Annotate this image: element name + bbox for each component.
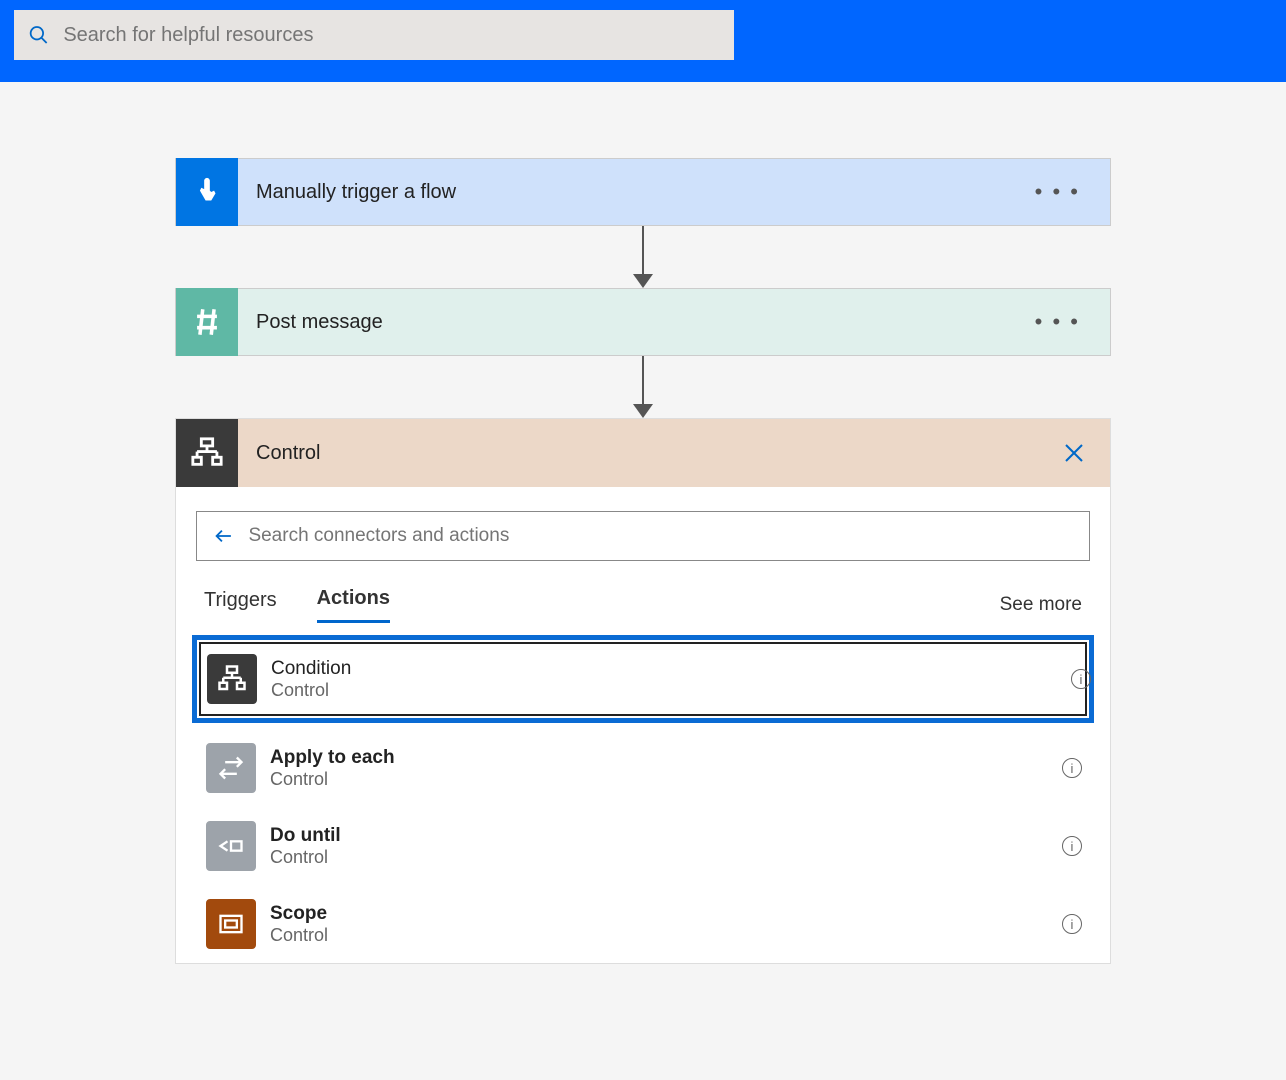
action-list: Condition Control i Apply to each Contro… — [196, 635, 1090, 963]
connector-arrow — [633, 356, 653, 418]
step-menu-button[interactable]: • • • — [1035, 309, 1080, 335]
see-more-link[interactable]: See more — [1000, 594, 1082, 616]
tab-actions[interactable]: Actions — [317, 587, 390, 623]
global-search[interactable] — [14, 10, 734, 60]
trigger-step[interactable]: Manually trigger a flow • • • — [175, 158, 1111, 226]
action-name: Condition — [271, 658, 351, 680]
panel-header: Control — [176, 419, 1110, 487]
action-step[interactable]: Post message • • • — [175, 288, 1111, 356]
step-menu-button[interactable]: • • • — [1035, 179, 1080, 205]
action-name: Do until — [270, 825, 341, 847]
condition-icon — [207, 654, 257, 704]
action-name: Apply to each — [270, 747, 395, 769]
action-sub: Control — [270, 769, 395, 790]
connector-arrow — [633, 226, 653, 288]
action-search-input[interactable] — [234, 525, 1073, 547]
action-do-until[interactable]: Do until Control i — [196, 807, 1090, 885]
panel-title: Control — [256, 442, 1110, 465]
info-icon[interactable]: i — [1062, 914, 1082, 934]
info-icon[interactable]: i — [1062, 758, 1082, 778]
manual-trigger-icon — [176, 158, 238, 226]
step-title: Manually trigger a flow — [256, 181, 1035, 204]
flow-canvas: Manually trigger a flow • • • Post messa… — [0, 82, 1286, 964]
action-sub: Control — [270, 925, 328, 946]
action-condition[interactable]: Condition Control i — [192, 635, 1094, 723]
hash-icon — [176, 288, 238, 356]
control-icon — [176, 419, 238, 487]
action-picker-panel: Control Triggers Actions See more — [175, 418, 1111, 964]
info-icon[interactable]: i — [1062, 836, 1082, 856]
action-sub: Control — [270, 847, 341, 868]
action-scope[interactable]: Scope Control i — [196, 885, 1090, 963]
close-icon[interactable] — [1062, 441, 1086, 465]
tab-triggers[interactable]: Triggers — [204, 589, 277, 622]
action-search[interactable] — [196, 511, 1090, 561]
action-apply-to-each[interactable]: Apply to each Control i — [196, 729, 1090, 807]
do-until-icon — [206, 821, 256, 871]
action-name: Scope — [270, 903, 328, 925]
info-icon[interactable]: i — [1071, 669, 1091, 689]
step-title: Post message — [256, 311, 1035, 334]
scope-icon — [206, 899, 256, 949]
top-bar — [0, 0, 1286, 82]
panel-body: Triggers Actions See more Condition Cont… — [176, 487, 1110, 963]
search-input[interactable] — [49, 24, 720, 47]
action-sub: Control — [271, 680, 351, 701]
tabs-row: Triggers Actions See more — [204, 587, 1082, 623]
loop-icon — [206, 743, 256, 793]
search-icon — [28, 24, 49, 46]
back-arrow-icon[interactable] — [213, 525, 234, 547]
